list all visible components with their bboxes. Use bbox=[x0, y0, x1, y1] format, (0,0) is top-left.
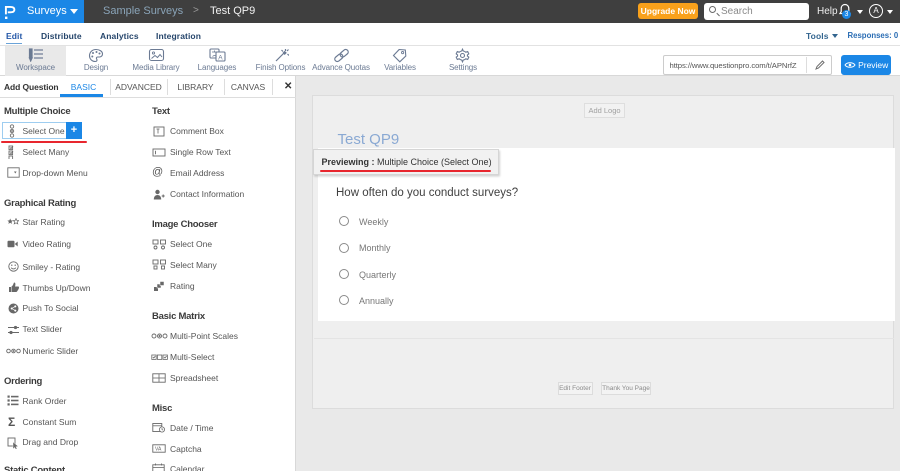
svg-text:A: A bbox=[218, 54, 223, 61]
svg-text:VA: VA bbox=[155, 447, 162, 453]
